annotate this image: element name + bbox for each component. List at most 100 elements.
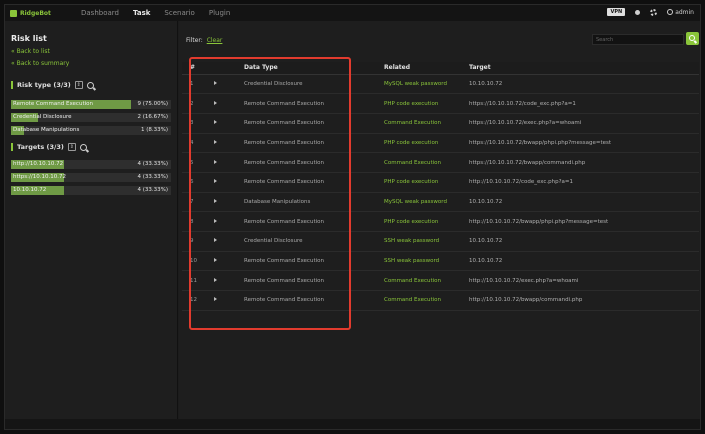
target-row[interactable]: 10.10.10.72 4 (33.33%) [11, 186, 171, 195]
expand-cell[interactable] [206, 172, 236, 193]
target-row[interactable]: https://10.10.10.72 4 (33.33%) [11, 173, 171, 182]
targets-title: Targets (3/3) [17, 143, 64, 151]
row-number: 3 [182, 113, 206, 134]
row-target: 10.10.10.72 [461, 192, 699, 213]
table-row[interactable]: 11 Remote Command Execution Command Execut… [182, 270, 699, 292]
risk-type-section-header: Risk type (3/3) ⇕ [11, 81, 94, 89]
row-target: https://10.10.10.72/exec.php?a=whoami [461, 113, 699, 134]
expand-arrow-icon[interactable] [214, 238, 217, 243]
filter-label: Filter: [186, 37, 203, 44]
expand-arrow-icon[interactable] [214, 297, 217, 302]
expand-cell[interactable] [206, 270, 236, 292]
vpn-badge[interactable]: VPN [607, 8, 626, 16]
expand-arrow-icon[interactable] [214, 277, 217, 282]
expand-cell[interactable] [206, 251, 236, 272]
search-icon[interactable] [79, 143, 87, 151]
risk-table: # Data Type Related Target 1 Credential D… [182, 62, 699, 311]
nav-plugin[interactable]: Plugin [209, 9, 230, 17]
row-number: 4 [182, 133, 206, 154]
row-data-type: Remote Command Execution [236, 290, 376, 311]
expand-arrow-icon[interactable] [214, 100, 217, 105]
table-row[interactable]: 1 Credential Disclosure MySQL weak passwor… [182, 74, 699, 95]
expand-cell[interactable] [206, 74, 236, 95]
table-row[interactable]: 3 Remote Command Execution Command Executi… [182, 113, 699, 134]
col-expand [206, 62, 236, 75]
row-related-link[interactable]: Command Execution [376, 152, 461, 173]
back-to-summary-link[interactable]: « Back to summary [11, 60, 69, 67]
row-related-link[interactable]: Command Execution [376, 113, 461, 134]
table-row[interactable]: 2 Remote Command Execution PHP code execut… [182, 93, 699, 114]
nav-task[interactable]: Task [133, 9, 150, 17]
risk-type-label: Credential Disclosure [13, 114, 72, 120]
nav-dashboard[interactable]: Dashboard [81, 9, 119, 17]
target-value: 4 (33.33%) [137, 174, 168, 180]
row-number: 5 [182, 152, 206, 173]
row-data-type: Remote Command Execution [236, 113, 376, 134]
target-label: 10.10.10.72 [13, 187, 47, 193]
table-header-row: # Data Type Related Target [182, 62, 699, 75]
expand-cell[interactable] [206, 133, 236, 154]
row-related-link[interactable]: MySQL weak password [376, 192, 461, 213]
username: admin [675, 8, 694, 16]
expand-arrow-icon[interactable] [214, 80, 217, 85]
row-related-link[interactable]: PHP code execution [376, 133, 461, 154]
table-row[interactable]: 10 Remote Command Execution SSH weak passw… [182, 251, 699, 272]
expand-cell[interactable] [206, 113, 236, 134]
table-row[interactable]: 12 Remote Command Execution Command Execut… [182, 290, 699, 311]
nav-scenario[interactable]: Scenario [164, 9, 194, 17]
row-target: 10.10.10.72 [461, 74, 699, 95]
risk-type-row[interactable]: Database Manipulations 1 (8.33%) [11, 126, 171, 135]
table-row[interactable]: 4 Remote Command Execution PHP code execut… [182, 133, 699, 154]
expand-cell[interactable] [206, 211, 236, 232]
expand-cell[interactable] [206, 93, 236, 114]
user-menu[interactable]: admin [667, 9, 694, 16]
row-related-link[interactable]: Command Execution [376, 290, 461, 311]
search-button[interactable] [686, 32, 699, 45]
table-row[interactable]: 8 Remote Command Execution PHP code execut… [182, 211, 699, 232]
search-input[interactable]: Search [592, 34, 684, 45]
notification-icon[interactable] [635, 9, 641, 15]
col-related[interactable]: Related [376, 62, 461, 75]
target-row[interactable]: http://10.10.10.72 4 (33.33%) [11, 160, 171, 169]
row-related-link[interactable]: PHP code execution [376, 211, 461, 232]
expand-cell[interactable] [206, 231, 236, 252]
table-row[interactable]: 5 Remote Command Execution Command Executi… [182, 152, 699, 173]
row-number: 7 [182, 192, 206, 213]
sort-toggle-icon[interactable]: ⇕ [67, 143, 76, 151]
search-icon[interactable] [86, 81, 94, 89]
row-related-link[interactable]: PHP code execution [376, 172, 461, 193]
col-number[interactable]: # [182, 62, 206, 75]
risk-type-row[interactable]: Credential Disclosure 2 (16.67%) [11, 113, 171, 122]
back-to-list-link[interactable]: « Back to list [11, 48, 50, 55]
logo[interactable]: RidgeBot [10, 9, 65, 17]
risk-type-row[interactable]: Remote Command Execution 9 (75.00%) [11, 100, 171, 109]
clear-filter-link[interactable]: Clear [207, 37, 223, 44]
row-related-link[interactable]: PHP code execution [376, 93, 461, 114]
table-row[interactable]: 6 Remote Command Execution PHP code execut… [182, 172, 699, 193]
expand-arrow-icon[interactable] [214, 258, 217, 263]
filter-bar: Filter: Clear [186, 37, 222, 44]
table-row[interactable]: 7 Database Manipulations MySQL weak passwo… [182, 192, 699, 213]
expand-cell[interactable] [206, 290, 236, 311]
section-accent [11, 81, 13, 89]
row-related-link[interactable]: SSH weak password [376, 251, 461, 272]
gear-icon[interactable] [650, 8, 658, 16]
search-icon [689, 35, 695, 41]
expand-arrow-icon[interactable] [214, 198, 217, 203]
targets-section-header: Targets (3/3) ⇕ [11, 143, 87, 151]
expand-arrow-icon[interactable] [214, 159, 217, 164]
expand-cell[interactable] [206, 152, 236, 173]
expand-arrow-icon[interactable] [214, 218, 217, 223]
section-accent [11, 143, 13, 151]
col-target[interactable]: Target [461, 62, 699, 75]
expand-cell[interactable] [206, 192, 236, 213]
row-related-link[interactable]: MySQL weak password [376, 74, 461, 95]
table-row[interactable]: 9 Credential Disclosure SSH weak password 1… [182, 231, 699, 252]
expand-arrow-icon[interactable] [214, 179, 217, 184]
expand-arrow-icon[interactable] [214, 139, 217, 144]
col-data-type[interactable]: Data Type [236, 62, 376, 75]
sort-toggle-icon[interactable]: ⇕ [74, 81, 83, 89]
row-related-link[interactable]: SSH weak password [376, 231, 461, 252]
expand-arrow-icon[interactable] [214, 120, 217, 125]
row-related-link[interactable]: Command Execution [376, 270, 461, 292]
